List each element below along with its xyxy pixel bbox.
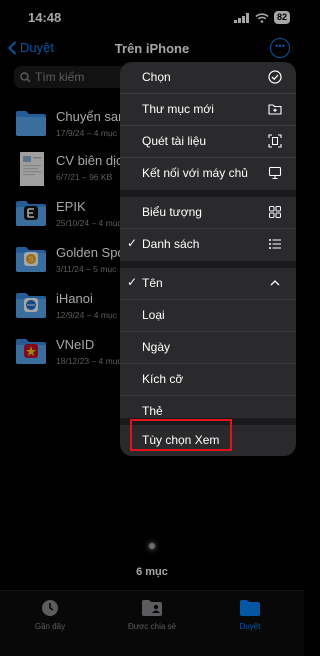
menu-label: Kích cỡ — [142, 372, 184, 386]
grid-icon — [269, 206, 281, 218]
list-icon — [269, 239, 281, 249]
menu-item-connect-server[interactable]: Kết nối với máy chủ — [120, 158, 296, 189]
menu-label: Biểu tượng — [142, 205, 202, 219]
menu-item-sort-kind[interactable]: Loại — [120, 300, 296, 331]
menu-label: Tên — [142, 276, 163, 290]
menu-item-icons-view[interactable]: Biểu tượng — [120, 197, 296, 228]
menu-item-scan-documents[interactable]: Quét tài liệu — [120, 126, 296, 157]
highlight-box — [130, 419, 232, 451]
chevron-up-icon — [270, 280, 280, 286]
section-divider — [120, 190, 296, 197]
menu-item-sort-date[interactable]: Ngày — [120, 332, 296, 363]
new-folder-icon — [268, 104, 282, 115]
section-divider — [120, 261, 296, 268]
scan-document-icon — [268, 134, 282, 148]
menu-label: Quét tài liệu — [142, 134, 207, 148]
checkmark-icon: ✓ — [127, 275, 138, 289]
menu-item-new-folder[interactable]: Thư mục mới — [120, 94, 296, 125]
menu-item-sort-size[interactable]: Kích cỡ — [120, 364, 296, 395]
monitor-icon — [268, 166, 282, 180]
menu-label: Thư mục mới — [142, 102, 214, 116]
menu-label: Ngày — [142, 340, 171, 354]
menu-item-sort-name[interactable]: ✓ Tên — [120, 268, 296, 299]
menu-label: Chọn — [142, 70, 171, 84]
menu-label: Loại — [142, 308, 165, 322]
menu-item-list-view[interactable]: ✓ Danh sách — [120, 229, 296, 260]
checkmark-circle-icon — [268, 70, 282, 84]
context-menu: Chọn Thư mục mới Quét tài liệu Kết nối v… — [120, 62, 296, 456]
menu-label: Danh sách — [142, 237, 200, 251]
menu-label: Thẻ — [142, 404, 163, 418]
menu-label: Kết nối với máy chủ — [142, 166, 248, 180]
checkmark-icon: ✓ — [127, 236, 138, 250]
menu-item-select[interactable]: Chọn — [120, 62, 296, 93]
